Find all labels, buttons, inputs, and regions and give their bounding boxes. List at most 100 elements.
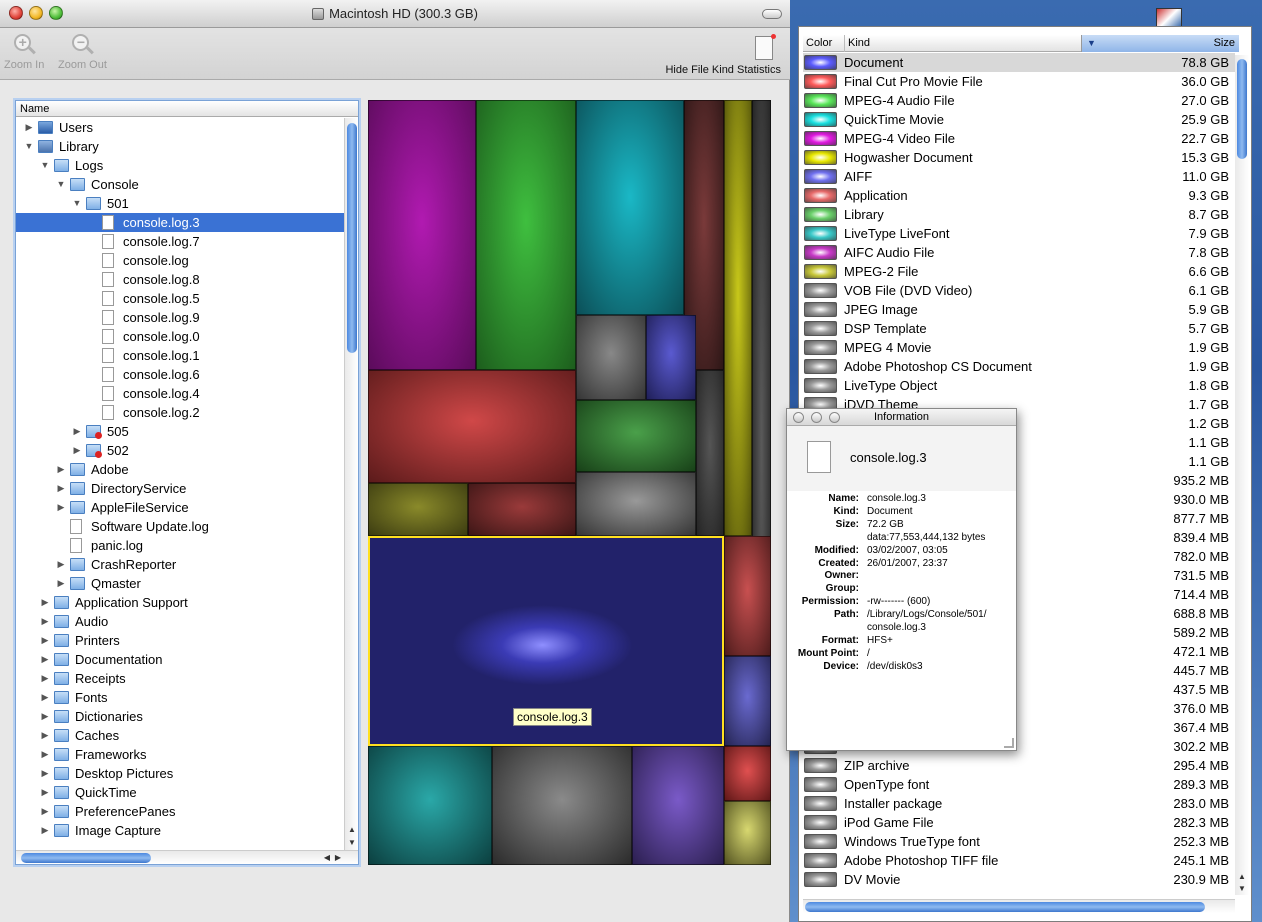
information-title-bar[interactable]: Information <box>787 409 1016 426</box>
disclosure-collapsed-icon[interactable]: ▶ <box>40 726 50 745</box>
tree-row[interactable]: ▶ PreferencePanes <box>16 802 344 821</box>
scroll-left-arrow-icon[interactable]: ◀ <box>324 853 330 862</box>
disclosure-collapsed-icon[interactable]: ▶ <box>72 441 82 460</box>
tree-row[interactable]: console.log <box>16 251 344 270</box>
color-swatch[interactable] <box>804 74 837 89</box>
disclosure-collapsed-icon[interactable]: ▶ <box>40 745 50 764</box>
tree-horizontal-scroll-thumb[interactable] <box>21 853 151 863</box>
color-swatch[interactable] <box>804 378 837 393</box>
kind-vertical-scrollbar[interactable]: ▲ ▼ <box>1235 55 1249 895</box>
color-swatch[interactable] <box>804 169 837 184</box>
title-bar[interactable]: Macintosh HD (300.3 GB) <box>0 0 790 28</box>
tree-row[interactable]: ▼ Console <box>16 175 344 194</box>
kind-row[interactable]: ZIP archive 295.4 MB <box>803 756 1235 775</box>
tree-row[interactable]: ▶ Caches <box>16 726 344 745</box>
treemap-block[interactable] <box>368 370 576 483</box>
kind-horizontal-scroll-thumb[interactable] <box>805 902 1205 912</box>
tree-row[interactable]: ▶ DirectoryService <box>16 479 344 498</box>
disclosure-collapsed-icon[interactable]: ▶ <box>40 783 50 802</box>
treemap-block[interactable] <box>724 656 771 746</box>
color-swatch[interactable] <box>804 359 837 374</box>
kind-row[interactable]: AIFF 11.0 GB <box>803 167 1235 186</box>
color-swatch[interactable] <box>804 283 837 298</box>
color-swatch[interactable] <box>804 321 837 336</box>
zoom-in-button[interactable]: + Zoom In <box>4 32 44 71</box>
disclosure-collapsed-icon[interactable]: ▶ <box>40 764 50 783</box>
disclosure-collapsed-icon[interactable]: ▶ <box>40 612 50 631</box>
disclosure-collapsed-icon[interactable]: ▶ <box>56 555 66 574</box>
disclosure-collapsed-icon[interactable]: ▶ <box>40 593 50 612</box>
disclosure-collapsed-icon[interactable]: ▶ <box>24 118 34 137</box>
treemap-block[interactable] <box>724 801 771 865</box>
kind-row[interactable]: LiveType LiveFont 7.9 GB <box>803 224 1235 243</box>
disclosure-collapsed-icon[interactable]: ▶ <box>40 631 50 650</box>
kind-row[interactable]: Installer package 283.0 MB <box>803 794 1235 813</box>
tree-row[interactable]: console.log.2 <box>16 403 344 422</box>
treemap-block[interactable] <box>576 472 696 536</box>
kind-row[interactable]: Final Cut Pro Movie File 36.0 GB <box>803 72 1235 91</box>
disclosure-collapsed-icon[interactable]: ▶ <box>40 821 50 840</box>
treemap-block[interactable] <box>576 315 646 400</box>
disclosure-collapsed-icon[interactable]: ▶ <box>40 669 50 688</box>
tree-vertical-scroll-thumb[interactable] <box>347 123 357 353</box>
kind-row[interactable]: OpenType font 289.3 MB <box>803 775 1235 794</box>
treemap-block[interactable] <box>476 100 576 370</box>
tree-row[interactable]: ▼ Logs <box>16 156 344 175</box>
treemap-block[interactable] <box>696 370 724 536</box>
disclosure-expanded-icon[interactable]: ▼ <box>24 137 34 156</box>
scroll-up-arrow-icon[interactable]: ▲ <box>1238 872 1246 881</box>
disclosure-collapsed-icon[interactable]: ▶ <box>40 650 50 669</box>
color-swatch[interactable] <box>804 150 837 165</box>
color-swatch[interactable] <box>804 834 837 849</box>
tree-row[interactable]: console.log.4 <box>16 384 344 403</box>
color-swatch[interactable] <box>804 131 837 146</box>
treemap-block[interactable] <box>724 746 771 801</box>
size-column-header[interactable]: ▼ Size <box>1081 35 1239 52</box>
disclosure-collapsed-icon[interactable]: ▶ <box>56 479 66 498</box>
file-tree[interactable]: Name ▶ Users ▼ Library ▼ Logs ▼ Console ▼ 501 cons… <box>15 100 359 865</box>
tree-row[interactable]: ▶ Users <box>16 118 344 137</box>
disclosure-collapsed-icon[interactable]: ▶ <box>56 460 66 479</box>
scroll-down-arrow-icon[interactable]: ▼ <box>1238 884 1246 893</box>
treemap-block[interactable] <box>646 315 696 400</box>
kind-row[interactable]: Hogwasher Document 15.3 GB <box>803 148 1235 167</box>
tree-row[interactable]: ▶ CrashReporter <box>16 555 344 574</box>
disclosure-collapsed-icon[interactable]: ▶ <box>56 574 66 593</box>
hide-file-kind-statistics-button[interactable]: Hide File Kind Statistics <box>665 32 781 76</box>
disclosure-collapsed-icon[interactable]: ▶ <box>40 707 50 726</box>
tree-row[interactable]: ▶ Dictionaries <box>16 707 344 726</box>
tree-row[interactable]: console.log.5 <box>16 289 344 308</box>
kind-row[interactable]: LiveType Object 1.8 GB <box>803 376 1235 395</box>
tree-row[interactable]: ▶ Documentation <box>16 650 344 669</box>
kind-row[interactable]: VOB File (DVD Video) 6.1 GB <box>803 281 1235 300</box>
info-close-button[interactable] <box>793 412 804 423</box>
disclosure-collapsed-icon[interactable]: ▶ <box>40 688 50 707</box>
tree-vertical-scrollbar[interactable]: ▲ ▼ <box>344 118 358 850</box>
kind-row[interactable]: Windows TrueType font 252.3 MB <box>803 832 1235 851</box>
color-column-header[interactable]: Color <box>806 35 832 52</box>
kind-row[interactable]: DSP Template 5.7 GB <box>803 319 1235 338</box>
tree-row[interactable]: ▶ Frameworks <box>16 745 344 764</box>
info-minimize-button[interactable] <box>811 412 822 423</box>
treemap-view[interactable] <box>368 100 771 865</box>
kind-row[interactable]: MPEG-2 File 6.6 GB <box>803 262 1235 281</box>
disclosure-expanded-icon[interactable]: ▼ <box>40 156 50 175</box>
treemap-block[interactable] <box>724 536 771 656</box>
treemap-block[interactable] <box>468 483 576 536</box>
color-swatch[interactable] <box>804 758 837 773</box>
kind-horizontal-scrollbar[interactable] <box>803 899 1235 913</box>
tree-row[interactable]: console.log.3 <box>16 213 344 232</box>
color-swatch[interactable] <box>804 226 837 241</box>
tree-row[interactable]: console.log.7 <box>16 232 344 251</box>
tree-row[interactable]: console.log.1 <box>16 346 344 365</box>
color-swatch[interactable] <box>804 340 837 355</box>
tree-row[interactable]: panic.log <box>16 536 344 555</box>
kind-row[interactable]: AIFC Audio File 7.8 GB <box>803 243 1235 262</box>
color-swatch[interactable] <box>804 264 837 279</box>
treemap-block[interactable] <box>368 483 468 536</box>
tree-row[interactable]: ▶ Receipts <box>16 669 344 688</box>
scroll-down-arrow-icon[interactable]: ▼ <box>348 838 356 847</box>
treemap-block[interactable] <box>576 400 696 472</box>
tree-horizontal-scrollbar[interactable]: ◀ ▶ <box>16 850 358 864</box>
kind-vertical-scroll-thumb[interactable] <box>1237 59 1247 159</box>
